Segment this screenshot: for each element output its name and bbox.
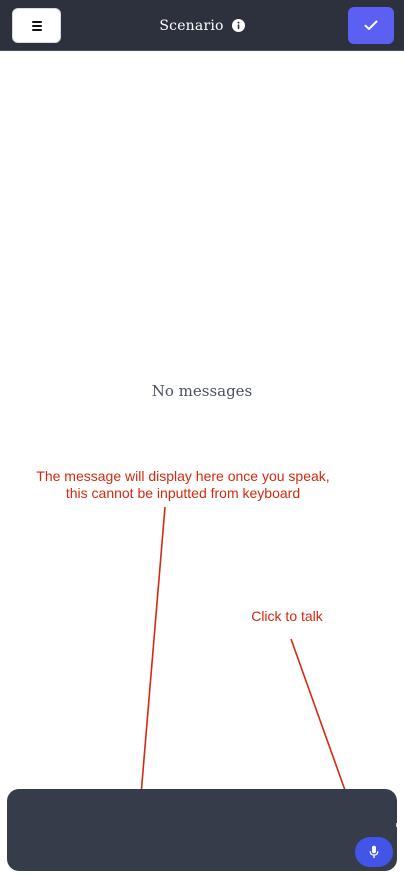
page-title: Scenario [159,17,224,34]
mic-button[interactable] [355,837,393,867]
arrow-to-message-area [135,506,166,821]
annotation-message-note: The message will display here once you s… [20,468,346,502]
speech-input-bar [7,789,397,871]
input-bar-edge-mark [396,823,397,827]
top-header: Scenario [0,0,404,51]
microphone-icon [369,845,379,858]
annotation-message-line: The message will display here once you s… [36,468,330,501]
empty-state-text: No messages [151,382,253,400]
app-root: Scenario No messages The message will di… [0,0,404,874]
checkmark-icon [364,20,378,30]
annotation-talk-note: Click to talk [251,608,323,624]
menu-button[interactable] [12,8,61,43]
info-circle-icon[interactable] [231,19,245,32]
hamburger-menu-icon [31,20,42,31]
confirm-button[interactable] [348,7,394,44]
annotation-arrows [135,506,358,823]
